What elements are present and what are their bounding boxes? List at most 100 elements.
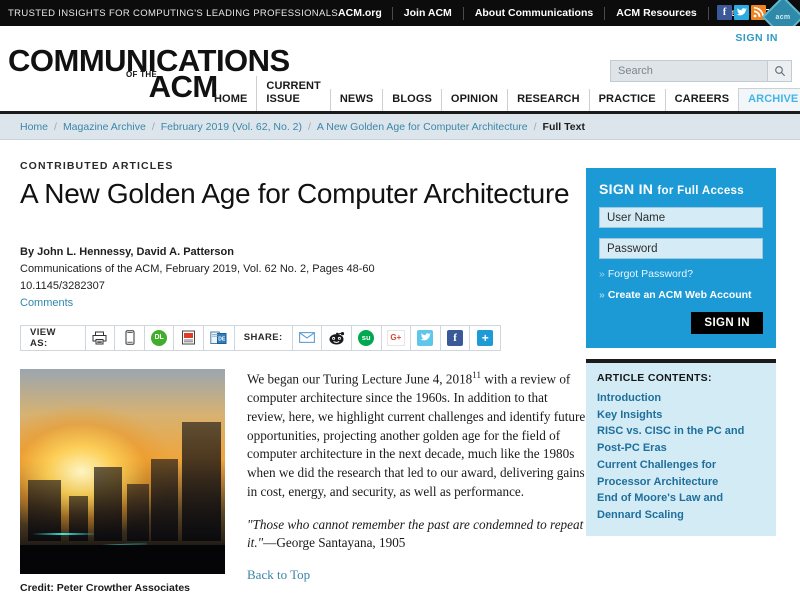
top-link-acm-org[interactable]: ACM.org [338,7,392,20]
toc-item-introduction[interactable]: Introduction [597,390,765,407]
toc-item-current-challenges[interactable]: Current Challenges for [597,457,765,474]
nav-item-archive[interactable]: ARCHIVE [738,88,800,111]
password-field-wrapper[interactable] [599,238,763,259]
article-contents-heading: ARTICLE CONTENTS: [597,372,712,384]
header-signin-link[interactable]: SIGN IN [735,32,778,44]
paragraph-part-a: We began our Turing Lecture June 4, 2018 [247,371,473,387]
nav-item-blogs[interactable]: BLOGS [382,89,441,111]
article-byline: By John L. Hennessy, David A. Patterson … [20,244,586,312]
share-googleplus-button[interactable]: G+ [382,325,412,350]
breadcrumb-separator: / [54,120,57,133]
chevron-icon: » [599,268,605,280]
twitter-bird-glyph [736,8,747,16]
breadcrumb-separator: / [151,120,155,133]
top-link-about-communications[interactable]: About Communications [462,6,604,20]
footnote-ref[interactable]: 11 [472,370,481,380]
article-publication: Communications of the ACM, February 2019… [20,262,375,275]
share-reddit-button[interactable] [322,325,352,350]
building-shape [28,479,61,542]
image-foreground [20,545,225,574]
breadcrumb-item-home[interactable]: Home [20,121,48,133]
twitter-icon [417,329,434,346]
toc-item-processor-architecture[interactable]: Processor Architecture [597,474,765,491]
share-email-button[interactable] [293,325,323,350]
share-more-button[interactable]: + [470,326,500,350]
article-doi: 10.1145/3282307 [20,279,105,292]
print-button[interactable] [86,325,116,350]
toc-item-key-insights[interactable]: Key Insights [597,407,765,424]
image-credit: Credit: Peter Crowther Associates [20,581,190,594]
search-icon [774,66,785,77]
comments-link[interactable]: Comments [20,297,73,309]
username-input[interactable] [600,211,762,224]
top-link-acm-resources[interactable]: ACM Resources [604,6,708,20]
nav-item-practice[interactable]: PRACTICE [588,89,665,111]
pdf-button[interactable] [174,325,205,350]
digital-edition-icon: DE [210,331,227,344]
pull-quote: "Those who cannot remember the past are … [247,516,586,553]
article-contents-panel: ARTICLE CONTENTS: Introduction Key Insig… [586,359,776,536]
nav-item-research[interactable]: RESEARCH [507,89,589,111]
article-body: Credit: Peter Crowther Associates We beg… [20,368,586,599]
building-shape [181,422,221,542]
signin-title-strong: SIGN IN [599,181,654,197]
googleplus-icon: G+ [386,329,405,346]
share-twitter-button[interactable] [411,325,441,350]
top-utility-bar: TRUSTED INSIGHTS FOR COMPUTING'S LEADING… [0,0,800,39]
paragraph-part-b: with a review of computer architecture s… [247,371,586,499]
share-stumbleupon-button[interactable]: su [352,325,382,350]
create-account-link[interactable]: » Create an ACM Web Account [599,289,763,301]
toc-item-dennard-scaling[interactable]: Dennard Scaling [597,507,765,524]
signin-title-rest: for Full Access [657,185,744,197]
article-toolbar: VIEW AS: DL DE SHARE: su G+ f + [20,324,501,351]
nav-item-current-issue[interactable]: CURRENT ISSUE [256,76,329,111]
breadcrumb-item-issue[interactable]: February 2019 (Vol. 62, No. 2) [161,121,302,133]
page-body: CONTRIBUTED ARTICLES A New Golden Age fo… [0,140,800,599]
quote-attribution: —George Santayana, 1905 [263,535,406,551]
nav-item-home[interactable]: HOME [205,89,256,111]
breadcrumb-item-article[interactable]: A New Golden Age for Computer Architectu… [317,121,528,133]
toc-item-risc-vs-cisc[interactable]: RISC vs. CISC in the PC and [597,423,765,440]
building-shape [126,483,150,542]
search-input[interactable] [611,65,767,77]
search-box[interactable] [610,60,792,82]
top-social-icons: f [717,5,766,20]
site-tagline: TRUSTED INSIGHTS FOR COMPUTING'S LEADING… [8,7,339,19]
nav-item-opinion[interactable]: OPINION [440,89,507,111]
back-to-top-link[interactable]: Back to Top [247,567,310,583]
neon-streak [32,533,94,536]
facebook-icon[interactable]: f [717,5,732,20]
article-hero-image [20,368,225,574]
nav-item-news[interactable]: NEWS [329,89,382,111]
breadcrumb-separator: / [308,120,311,133]
toc-item-end-of-moores-law[interactable]: End of Moore's Law and [597,490,765,507]
signin-submit-button[interactable]: SIGN IN [691,312,763,334]
username-field-wrapper[interactable] [599,207,763,228]
facebook-icon: f [447,329,464,346]
article-kicker: CONTRIBUTED ARTICLES [20,160,174,172]
create-account-label: Create an ACM Web Account [607,289,752,301]
twitter-icon[interactable] [734,5,749,20]
share-label: SHARE: [233,325,293,350]
stumbleupon-icon: su [358,329,375,346]
toc-item-post-pc-eras[interactable]: Post-PC Eras [597,440,765,457]
forgot-password-label: Forgot Password? [607,268,694,280]
main-navigation: HOME CURRENT ISSUE NEWS BLOGS OPINION RE… [205,76,800,111]
main-content: CONTRIBUTED ARTICLES A New Golden Age fo… [8,140,586,599]
digital-library-button[interactable]: DL [145,325,175,350]
email-icon [298,332,315,344]
top-link-join-acm[interactable]: Join ACM [391,6,463,20]
mobile-view-button[interactable] [115,325,145,350]
password-input[interactable] [600,242,762,255]
article-text: We began our Turing Lecture June 4, 2018… [225,369,586,599]
share-facebook-button[interactable]: f [441,325,471,350]
masthead: SIGN IN COMMUNICATIONS OF THE ACM HOME C… [0,26,800,114]
page-title: A New Golden Age for Computer Architectu… [20,178,570,209]
digital-edition-button[interactable]: DE [204,326,234,350]
print-icon [92,331,107,345]
search-button[interactable] [767,61,791,81]
pdf-icon [182,330,196,345]
breadcrumb-item-magazine-archive[interactable]: Magazine Archive [63,121,146,133]
forgot-password-link[interactable]: » Forgot Password? [599,268,763,280]
nav-item-careers[interactable]: CAREERS [664,89,739,111]
